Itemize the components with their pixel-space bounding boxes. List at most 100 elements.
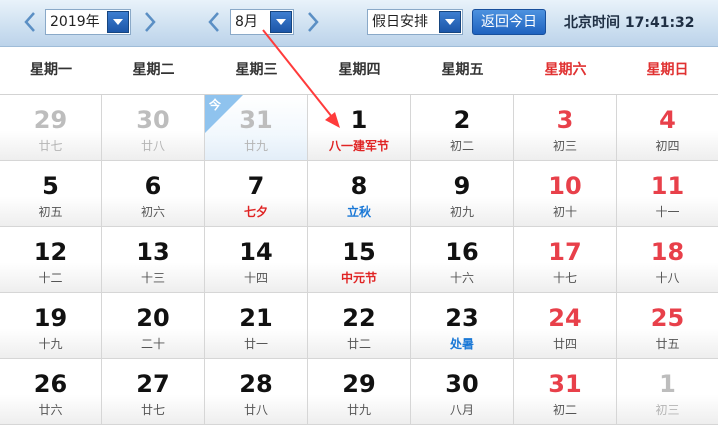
lunar-label: 廿六 (38, 403, 63, 417)
chevron-down-icon (107, 11, 129, 33)
calendar-widget: 2019年 8月 假日安排 返回今日 北京时间 17:41:32 星期一 星期二 星… (0, 0, 718, 432)
holiday-select[interactable]: 假日安排 (367, 9, 463, 35)
clock-time: 17:41:32 (624, 15, 695, 31)
chevron-down-icon (270, 11, 292, 33)
day-cell[interactable]: 13 十三 (102, 227, 205, 293)
day-cell[interactable]: 22 廿二 (308, 293, 411, 359)
chevron-left-icon (208, 12, 219, 32)
holiday-select-value: 假日安排 (372, 14, 428, 30)
day-number: 25 (650, 304, 685, 332)
lunar-label: 七夕 (243, 205, 268, 219)
lunar-label: 初六 (140, 205, 165, 219)
day-cell[interactable]: 20 二十 (102, 293, 205, 359)
weekday-label: 星期一 (30, 62, 72, 78)
day-cell[interactable]: 16 十六 (411, 227, 514, 293)
day-cell[interactable]: 14 十四 (205, 227, 308, 293)
day-cell[interactable]: 30 廿八 (102, 95, 205, 161)
lunar-label: 十一 (655, 205, 680, 219)
day-cell[interactable]: 15 中元节 (308, 227, 411, 293)
day-cell[interactable]: 4 初四 (617, 95, 718, 161)
day-number: 6 (144, 172, 162, 200)
day-cell[interactable]: 1 初三 (617, 359, 718, 425)
day-cell[interactable]: 17 十七 (514, 227, 617, 293)
day-cell[interactable]: 29 廿七 (0, 95, 102, 161)
lunar-label: 廿四 (552, 337, 577, 351)
chevron-right-icon (145, 12, 156, 32)
lunar-label: 十九 (38, 337, 63, 351)
lunar-label: 十八 (655, 271, 680, 285)
weekday-label: 星期五 (441, 62, 484, 78)
day-number: 31 (239, 106, 273, 134)
day-cell[interactable]: 11 十一 (617, 161, 718, 227)
lunar-label: 廿八 (140, 139, 165, 153)
weekday-label: 星期六 (544, 62, 587, 78)
lunar-label: 廿五 (655, 337, 680, 351)
day-cell[interactable]: 25 廿五 (617, 293, 718, 359)
weekday-label: 星期日 (646, 62, 689, 78)
day-cell[interactable]: 18 十八 (617, 227, 718, 293)
day-cell[interactable]: 3 初三 (514, 95, 617, 161)
day-cell[interactable]: 2 初二 (411, 95, 514, 161)
day-number: 19 (33, 304, 68, 332)
clock-label: 北京时间 (564, 15, 620, 31)
day-cell[interactable]: 7 七夕 (205, 161, 308, 227)
day-cell[interactable]: 30 八月 (411, 359, 514, 425)
next-year-button[interactable] (142, 8, 158, 36)
week-row: 26 廿六 27 廿七 28 廿八 29 廿九 30 八月 31 初二 1 初三 (0, 359, 718, 425)
day-cell[interactable]: 29 廿九 (308, 359, 411, 425)
day-number: 3 (556, 106, 574, 134)
month-select-value: 8月 (235, 14, 258, 30)
beijing-clock: 北京时间 17:41:32 (564, 0, 695, 46)
week-row: 12 十二 13 十三 14 十四 15 中元节 16 十六 17 十七 18 十八 (0, 227, 718, 293)
weekday-label: 星期二 (132, 62, 175, 78)
lunar-label: 廿一 (243, 337, 268, 351)
prev-month-button[interactable] (206, 8, 222, 36)
day-cell[interactable]: 27 廿七 (102, 359, 205, 425)
lunar-label: 廿九 (346, 403, 371, 417)
month-select[interactable]: 8月 (230, 9, 294, 35)
lunar-label: 十七 (552, 271, 577, 285)
day-number: 30 (445, 370, 479, 398)
day-number: 9 (453, 172, 471, 200)
lunar-label: 初二 (449, 139, 474, 153)
day-number: 18 (650, 238, 685, 266)
weekday-label: 星期三 (235, 62, 278, 78)
day-cell[interactable]: 10 初十 (514, 161, 617, 227)
day-number: 23 (445, 304, 479, 332)
year-select[interactable]: 2019年 (45, 9, 131, 35)
day-number: 1 (350, 106, 368, 134)
day-number: 2 (453, 106, 471, 134)
day-number: 20 (136, 304, 170, 332)
day-cell[interactable]: 6 初六 (102, 161, 205, 227)
day-number: 7 (247, 172, 265, 200)
day-cell[interactable]: 12 十二 (0, 227, 102, 293)
day-cell[interactable]: 26 廿六 (0, 359, 102, 425)
back-to-today-button[interactable]: 返回今日 (472, 9, 546, 35)
day-number: 31 (548, 370, 582, 398)
day-cell[interactable]: 5 初五 (0, 161, 102, 227)
week-row: 29 廿七 30 廿八今 31 廿九 1 八一建军节 2 初二 3 初三 4 初四 (0, 95, 718, 161)
day-cell[interactable]: 1 八一建军节 (308, 95, 411, 161)
lunar-label: 十六 (449, 271, 474, 285)
day-cell[interactable]: 9 初九 (411, 161, 514, 227)
chevron-down-icon (439, 11, 461, 33)
next-month-button[interactable] (305, 8, 321, 36)
day-cell[interactable]: 今 31 廿九 (205, 95, 308, 161)
calendar-toolbar: 2019年 8月 假日安排 返回今日 北京时间 17:41:32 (0, 0, 718, 47)
lunar-label: 廿七 (38, 139, 63, 153)
lunar-label: 十二 (38, 271, 63, 285)
day-number: 22 (342, 304, 376, 332)
lunar-label: 廿九 (243, 139, 268, 153)
prev-year-button[interactable] (22, 8, 38, 36)
day-cell[interactable]: 19 十九 (0, 293, 102, 359)
day-cell[interactable]: 24 廿四 (514, 293, 617, 359)
day-cell[interactable]: 8 立秋 (308, 161, 411, 227)
day-number: 28 (239, 370, 273, 398)
lunar-label: 处暑 (449, 337, 474, 351)
day-cell[interactable]: 31 初二 (514, 359, 617, 425)
day-cell[interactable]: 21 廿一 (205, 293, 308, 359)
lunar-label: 初二 (552, 403, 577, 417)
day-cell[interactable]: 23 处暑 (411, 293, 514, 359)
day-number: 26 (33, 370, 68, 398)
day-cell[interactable]: 28 廿八 (205, 359, 308, 425)
